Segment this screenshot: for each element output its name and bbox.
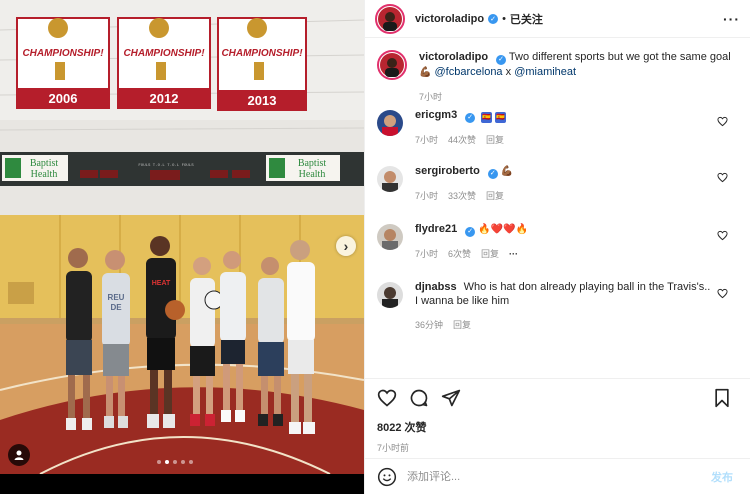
jersey-text: HEAT xyxy=(152,280,171,287)
carousel-dot xyxy=(173,460,177,464)
banner-1-title: CHAMPIONSHIP! xyxy=(22,48,104,59)
sign-right-line2: Health xyxy=(299,169,326,180)
commenter-avatar[interactable] xyxy=(377,282,403,308)
like-heart-icon[interactable] xyxy=(377,388,397,408)
banner-1-year: 2006 xyxy=(49,91,78,106)
post-comment-button[interactable]: 发布 xyxy=(711,469,733,485)
tagged-users-button[interactable] xyxy=(8,444,30,466)
verified-badge-icon: ✓ xyxy=(488,13,499,24)
save-bookmark-icon[interactable] xyxy=(713,388,731,408)
like-comment-heart-icon[interactable] xyxy=(717,288,728,299)
photo-bottom-bar xyxy=(0,474,364,494)
gym-scene-image: CHAMPIONSHIP! 2006 CHAMPIONSHIP! 2012 CH… xyxy=(0,0,364,474)
caption-time: 7小时 xyxy=(419,92,443,102)
comment-item: flydre21 ✓ 🔥❤️❤️🔥 7小时 6次赞 回复 ··· xyxy=(377,222,740,280)
caption-username[interactable]: victoroladipo xyxy=(419,51,488,63)
next-photo-button[interactable]: › xyxy=(336,236,356,256)
reply-button[interactable]: 回复 xyxy=(481,247,499,261)
post-header: victoroladipo ✓ • 已关注 ··· xyxy=(365,0,750,38)
championship-banner-2: CHAMPIONSHIP! 2012 xyxy=(117,17,211,109)
mention-miamiheat[interactable]: @miamiheat xyxy=(514,66,576,78)
flag-emoji: 🇪🇸 xyxy=(495,112,507,123)
post-actions: 8022 次赞 7小时前 xyxy=(365,378,750,454)
mention-fcbarcelona[interactable]: @fcbarcelona xyxy=(435,66,503,78)
comment-input[interactable] xyxy=(407,470,711,483)
comment-more-icon[interactable]: ··· xyxy=(509,247,518,261)
banner-2-title: CHAMPIONSHIP! xyxy=(123,48,205,59)
banner-3-year: 2013 xyxy=(248,93,277,108)
comment-username[interactable]: flydre21 xyxy=(415,223,457,235)
following-status-button[interactable]: 已关注 xyxy=(510,11,543,27)
comment-username[interactable]: djnabss xyxy=(415,281,457,293)
verified-badge-icon: ✓ xyxy=(465,227,476,237)
banner-2-year: 2012 xyxy=(150,91,179,106)
comment-time: 7小时 xyxy=(415,249,439,259)
caption-x: x xyxy=(502,66,515,78)
avatar-image xyxy=(380,53,404,77)
carousel-dot xyxy=(189,460,193,464)
championship-banner-1: CHAMPIONSHIP! 2006 xyxy=(16,17,110,109)
comment-time: 7小时 xyxy=(415,191,439,201)
carousel-dot-active xyxy=(165,460,169,464)
carousel-dot xyxy=(181,460,185,464)
reply-button[interactable]: 回复 xyxy=(453,318,471,332)
more-options-icon[interactable]: ··· xyxy=(723,11,740,27)
verified-badge-icon: ✓ xyxy=(496,55,507,65)
comment-bubble-icon[interactable] xyxy=(409,388,429,408)
verified-badge-icon: ✓ xyxy=(465,113,476,123)
verified-badge-icon: ✓ xyxy=(487,169,498,179)
comment-likes[interactable]: 33次赞 xyxy=(448,189,476,203)
comment-username[interactable]: ericgm3 xyxy=(415,109,457,121)
carousel-dot xyxy=(157,460,161,464)
comment-username[interactable]: sergiroberto xyxy=(415,165,480,177)
post-time-ago: 7小时前 xyxy=(377,443,410,453)
flag-emoji: 🇪🇸 xyxy=(481,112,493,123)
reply-button[interactable]: 回复 xyxy=(486,133,504,147)
comment-item: djnabss Who is hat don already playing b… xyxy=(377,280,740,350)
header-separator: • xyxy=(502,12,506,25)
like-comment-heart-icon[interactable] xyxy=(717,172,728,183)
avatar-image xyxy=(377,110,403,136)
comment-text: 💪🏾 xyxy=(500,166,514,177)
author-avatar[interactable] xyxy=(375,3,405,34)
post-sidebar: victoroladipo ✓ • 已关注 ··· victoroladipo ✓… xyxy=(364,0,750,494)
comment-likes[interactable]: 6次赞 xyxy=(448,247,471,261)
post-photo[interactable]: CHAMPIONSHIP! 2006 CHAMPIONSHIP! 2012 CH… xyxy=(0,0,364,494)
caption-author-avatar[interactable] xyxy=(377,50,407,80)
avatar-image xyxy=(377,166,403,192)
comments-list: victoroladipo ✓ Two different sports but … xyxy=(365,38,750,350)
sign-left-line2: Health xyxy=(31,169,58,180)
author-username[interactable]: victoroladipo xyxy=(415,13,484,25)
emoji-smiley-icon[interactable] xyxy=(377,467,397,487)
championship-banner-3: CHAMPIONSHIP! 2013 xyxy=(217,17,307,111)
commenter-avatar[interactable] xyxy=(377,110,403,136)
commenter-avatar[interactable] xyxy=(377,224,403,250)
comment-text: Who is hat don already playing ball in t… xyxy=(415,281,711,307)
avatar-image xyxy=(377,224,403,250)
comment-likes[interactable]: 44次赞 xyxy=(448,133,476,147)
caption-text: Two different sports but we got the same… xyxy=(508,51,731,63)
sign-right-line1: Baptist xyxy=(298,158,327,169)
likes-count[interactable]: 8022 次赞 xyxy=(377,419,739,435)
add-comment-bar: 发布 xyxy=(365,458,750,494)
comment-text: 🔥❤️❤️🔥 xyxy=(478,224,529,235)
comment-item: ericgm3 ✓ 🇪🇸 🇪🇸 7小时 44次赞 回复 xyxy=(377,108,740,164)
avatar-image xyxy=(378,6,402,31)
like-comment-heart-icon[interactable] xyxy=(717,116,728,127)
reply-button[interactable]: 回复 xyxy=(486,189,504,203)
sign-left-line1: Baptist xyxy=(30,158,59,169)
commenter-avatar[interactable] xyxy=(377,166,403,192)
comment-time: 7小时 xyxy=(415,135,439,145)
banner-3-title: CHAMPIONSHIP! xyxy=(221,48,303,59)
post-caption: victoroladipo ✓ Two different sports but … xyxy=(377,50,740,108)
scoreboard-text: FOULS T.O.L T.O.L FOULS xyxy=(138,164,194,168)
share-send-icon[interactable] xyxy=(441,388,461,408)
user-icon xyxy=(14,450,24,460)
comment-item: sergiroberto ✓ 💪🏾 7小时 33次赞 回复 xyxy=(377,164,740,222)
carousel-dots xyxy=(157,460,193,464)
caption-emoji: 💪🏾 xyxy=(419,67,432,78)
comment-time: 36分钟 xyxy=(415,320,444,330)
like-comment-heart-icon[interactable] xyxy=(717,230,728,241)
avatar-image xyxy=(377,282,403,308)
